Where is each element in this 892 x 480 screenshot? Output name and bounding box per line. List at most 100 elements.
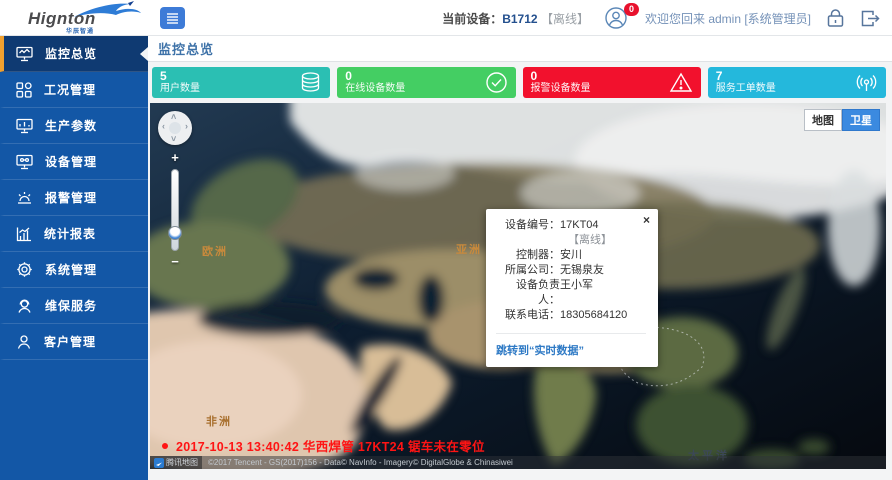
stat-label: 服务工单数量	[716, 83, 878, 95]
popup-row-device-id: 设备编号： 17KT04【离线】	[496, 218, 646, 248]
map-zoom-control: + −	[165, 149, 185, 271]
user-notifications-button[interactable]: 0	[604, 6, 630, 30]
sidebar-nav: 监控总览 工况管理 生产参数 设备管理 报警管理	[0, 36, 148, 480]
popup-row-label: 所属公司：	[496, 263, 560, 278]
app-window: Hignton 华辰智通 当前设备：B1712 【离线】 0 欢迎您回来 adm…	[0, 0, 892, 480]
zoom-in-button[interactable]: +	[171, 151, 179, 165]
stat-value: 0	[345, 69, 507, 83]
zoom-out-button[interactable]: −	[171, 255, 179, 269]
popup-row-owner: 设备负责人： 王小军	[496, 278, 646, 308]
popup-row-value: 无锡泉友	[560, 263, 646, 278]
sidebar-item-condition-mgmt[interactable]: 工况管理	[0, 72, 148, 108]
check-circle-icon	[485, 71, 508, 94]
tencent-logo-icon	[154, 458, 164, 468]
sidebar-item-monitor-overview[interactable]: 监控总览	[0, 36, 148, 72]
stat-label: 用户数量	[160, 83, 322, 95]
warning-triangle-icon	[669, 71, 693, 94]
popup-row-label: 控制器：	[496, 248, 560, 263]
sidebar-item-label: 系统管理	[45, 261, 97, 278]
sidebar-item-statistics-reports[interactable]: 统计报表	[0, 216, 148, 252]
current-device-value: B1712	[502, 12, 537, 26]
signal-tower-icon	[855, 71, 878, 94]
menu-list-icon	[166, 12, 179, 24]
main-content: 监控总览 5 用户数量 0 在线设备数量 0 报警设备数量	[148, 36, 892, 480]
pan-right-icon[interactable]: ›	[185, 121, 188, 131]
stat-value: 5	[160, 69, 322, 83]
popup-row-label: 设备编号：	[496, 218, 560, 248]
logout-button[interactable]	[860, 9, 880, 28]
popup-row-label: 设备负责人：	[496, 278, 560, 308]
zoom-slider-knob[interactable]	[168, 226, 182, 240]
page-title: 监控总览	[158, 39, 214, 58]
popup-divider	[496, 333, 646, 334]
support-agent-icon	[16, 298, 33, 314]
pan-up-icon[interactable]: ˄	[171, 112, 176, 122]
map-label-europe: 欧洲	[202, 243, 228, 259]
sidebar-item-label: 客户管理	[44, 333, 96, 350]
world-map[interactable]: 欧洲 亚洲 非洲 中 国 太平洋 ˄ ˅ ‹ › + −	[150, 103, 886, 469]
welcome-label: 欢迎您回来	[645, 12, 705, 26]
popup-row-value: 17KT04【离线】	[560, 218, 646, 248]
map-label-africa: 非洲	[206, 413, 232, 429]
monitor-device-icon	[16, 154, 33, 170]
monitor-overview-icon	[16, 46, 33, 62]
pan-left-icon[interactable]: ‹	[162, 121, 165, 131]
popup-close-button[interactable]: ×	[643, 214, 650, 226]
map-type-switch: 地图 卫星	[804, 109, 880, 131]
welcome-text: 欢迎您回来 admin [系统管理员]	[645, 10, 811, 27]
lock-screen-button[interactable]	[826, 8, 845, 28]
realtime-data-link[interactable]: 跳转到“实时数据”	[496, 345, 584, 357]
sidebar-item-label: 工况管理	[44, 81, 96, 98]
stat-card-work-orders: 7 服务工单数量	[708, 67, 886, 98]
notification-badge: 0	[624, 3, 639, 16]
sidebar-item-label: 统计报表	[44, 225, 96, 242]
map-mode-button[interactable]: 地图	[804, 109, 842, 131]
sidebar-toggle-button[interactable]	[160, 7, 185, 29]
sidebar-item-label: 设备管理	[45, 153, 97, 170]
database-icon	[299, 71, 322, 94]
sidebar-item-label: 监控总览	[45, 45, 97, 62]
zoom-slider-track[interactable]	[171, 169, 179, 251]
bar-chart-icon	[16, 226, 32, 242]
popup-row-label: 联系电话：	[496, 308, 560, 323]
alarm-ticker-text: 2017-10-13 13:40:42 华西焊管 17KT24 锯车未在零位	[176, 436, 485, 455]
map-pan-control[interactable]: ˄ ˅ ‹ ›	[158, 111, 192, 145]
sidebar-item-label: 维保服务	[45, 297, 97, 314]
username-label: admin [系统管理员]	[708, 12, 811, 26]
device-info-popup: × 设备编号： 17KT04【离线】 控制器： 安川 所属公司： 无锡泉友 设备…	[486, 209, 658, 367]
logout-icon	[860, 9, 880, 28]
stat-label: 在线设备数量	[345, 83, 507, 95]
map-label-asia: 亚洲	[456, 241, 482, 257]
sidebar-item-label: 报警管理	[45, 189, 97, 206]
sidebar-item-maintenance-service[interactable]: 维保服务	[0, 288, 148, 324]
sidebar-item-production-params[interactable]: 生产参数	[0, 108, 148, 144]
sidebar-item-device-mgmt[interactable]: 设备管理	[0, 144, 148, 180]
company-logo: Hignton 华辰智通	[14, 2, 140, 34]
stat-cards-row: 5 用户数量 0 在线设备数量 0 报警设备数量	[148, 62, 892, 103]
alarm-ticker: 2017-10-13 13:40:42 华西焊管 17KT24 锯车未在零位	[162, 436, 485, 455]
sidebar-item-label: 生产参数	[45, 117, 97, 134]
tencent-logo-text: 腾讯地图	[166, 457, 198, 468]
stat-value: 7	[716, 69, 878, 83]
logo-subtext: 华辰智通	[66, 26, 94, 35]
current-device-label: 当前设备：	[442, 12, 502, 26]
popup-row-controller: 控制器： 安川	[496, 248, 646, 263]
sidebar-item-alarm-mgmt[interactable]: 报警管理	[0, 180, 148, 216]
stat-card-online-devices: 0 在线设备数量	[337, 67, 515, 98]
satellite-mode-button[interactable]: 卫星	[842, 109, 880, 131]
sidebar-item-system-mgmt[interactable]: 系统管理	[0, 252, 148, 288]
lock-icon	[826, 8, 845, 28]
popup-row-value: 安川	[560, 248, 646, 263]
alarm-icon	[16, 190, 33, 206]
current-device-info: 当前设备：B1712 【离线】	[442, 10, 589, 27]
popup-row-value: 18305684120	[560, 308, 646, 323]
grid-icon	[16, 82, 32, 98]
pan-center[interactable]	[169, 122, 181, 134]
sidebar-item-customer-mgmt[interactable]: 客户管理	[0, 324, 148, 360]
pan-down-icon[interactable]: ˅	[171, 134, 176, 144]
tencent-map-logo: 腾讯地图	[150, 456, 202, 469]
alert-dot-icon	[162, 443, 168, 449]
popup-row-value: 王小军	[560, 278, 646, 308]
gear-icon	[16, 261, 33, 278]
person-icon	[16, 334, 32, 350]
